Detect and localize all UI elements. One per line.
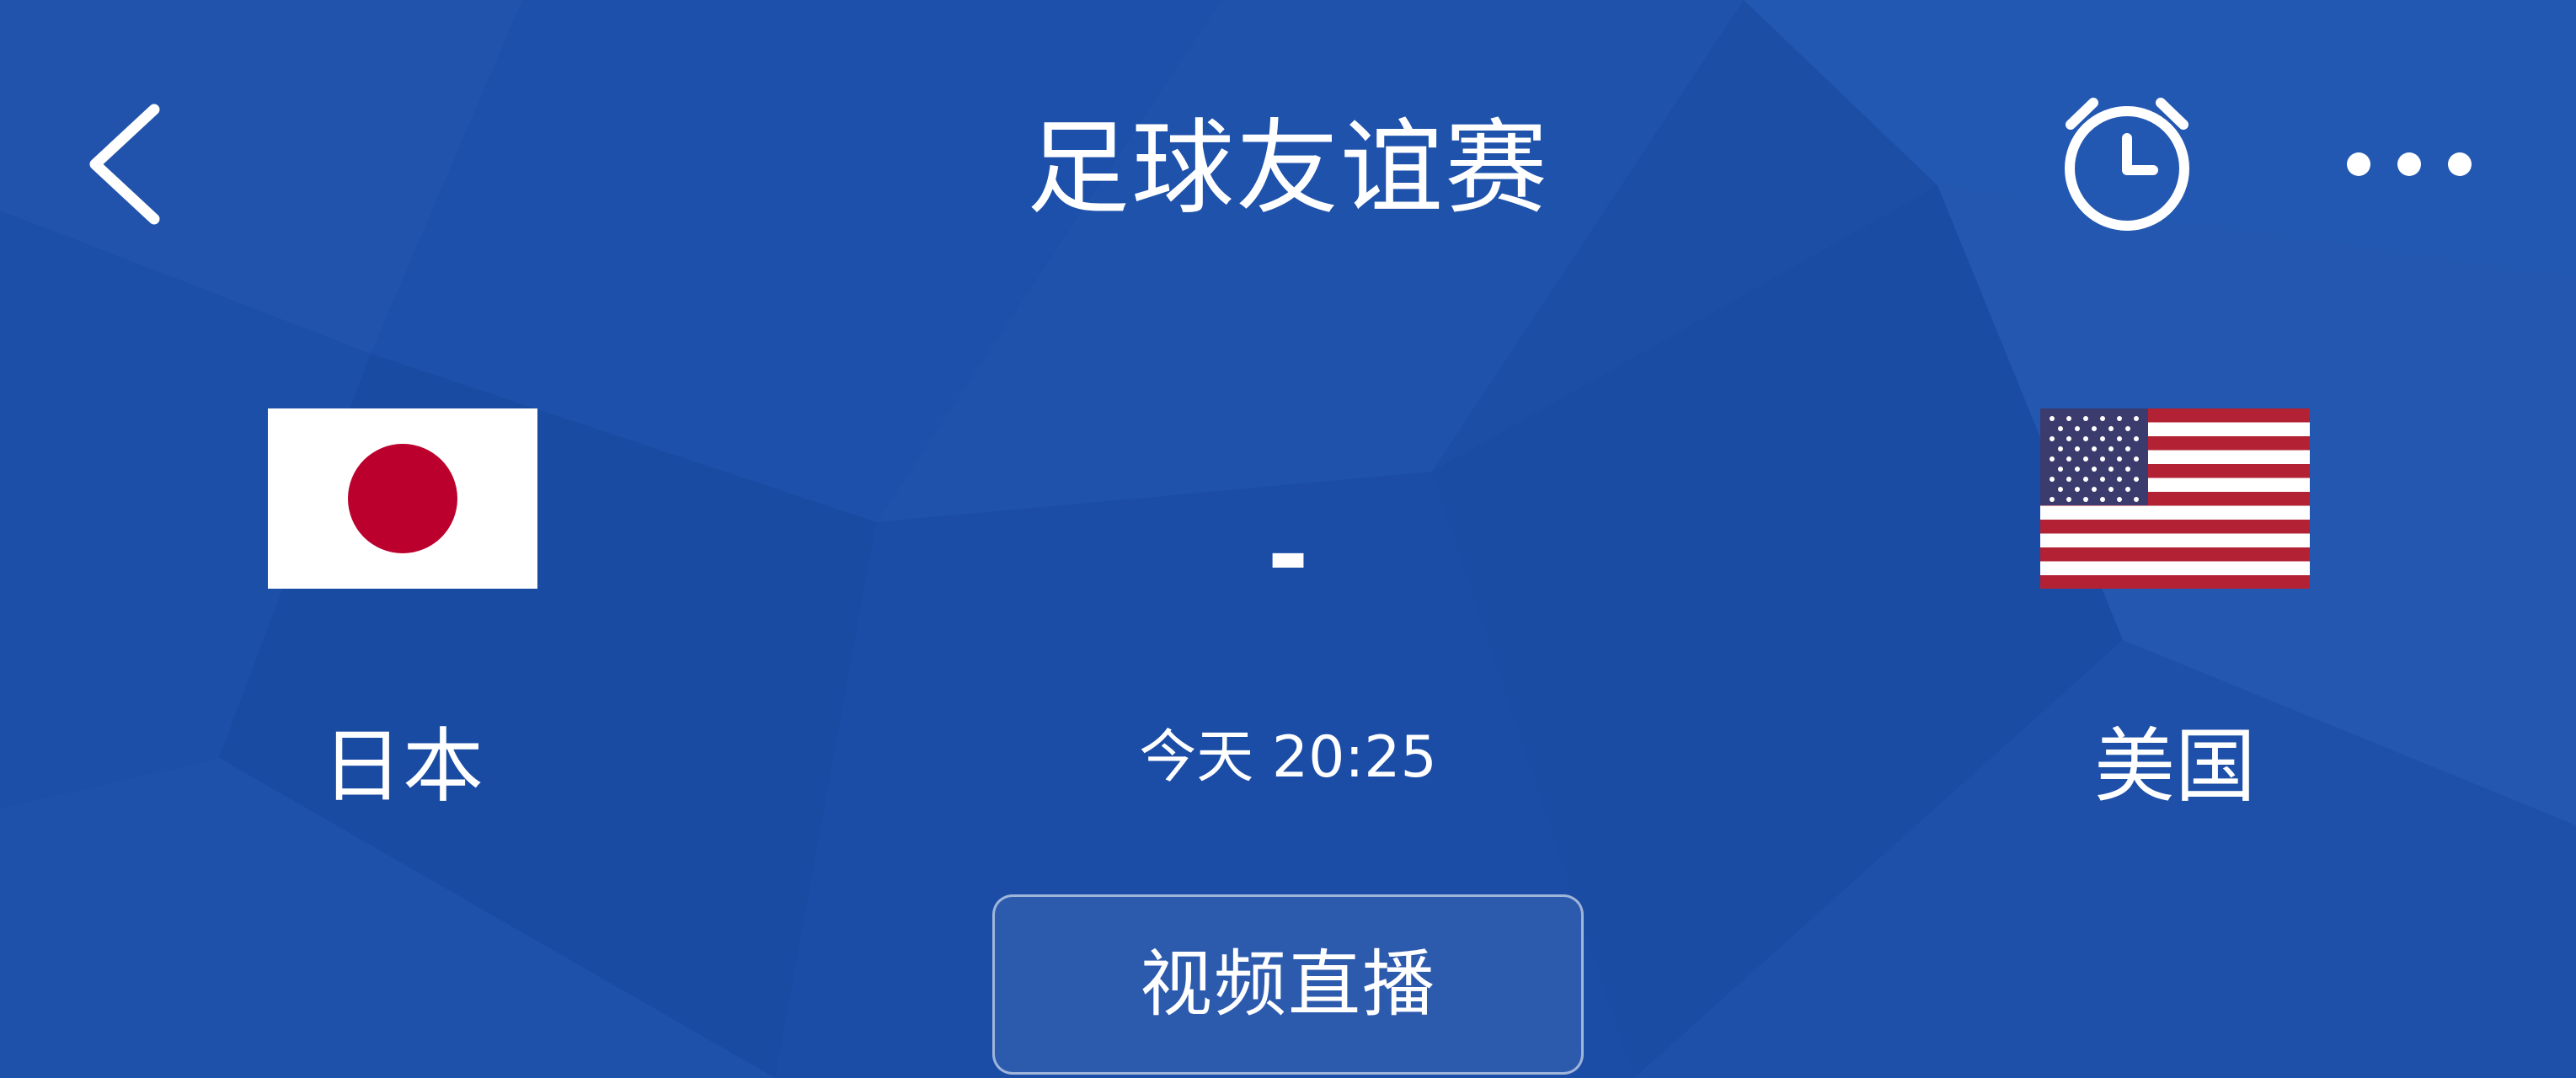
score-separator: - [1267, 497, 1309, 614]
home-team-name: 日本 [322, 719, 484, 814]
usa-flag-icon [2040, 408, 2310, 589]
home-team[interactable]: 日本 [226, 396, 580, 867]
video-live-button-label: 视频直播 [1140, 942, 1436, 1027]
match-time: 今天 20:25 [1139, 724, 1437, 791]
more-button[interactable] [2333, 135, 2485, 194]
alarm-button[interactable] [2047, 84, 2207, 244]
away-team-name: 美国 [2094, 719, 2256, 814]
more-horizontal-icon [2347, 152, 2472, 176]
away-team[interactable]: 美国 [1998, 396, 2352, 867]
video-live-button[interactable]: 视频直播 [992, 894, 1584, 1075]
japan-flag-icon [268, 408, 537, 589]
top-header: 足球友谊赛 [0, 0, 2576, 354]
alarm-clock-icon [2065, 98, 2189, 231]
